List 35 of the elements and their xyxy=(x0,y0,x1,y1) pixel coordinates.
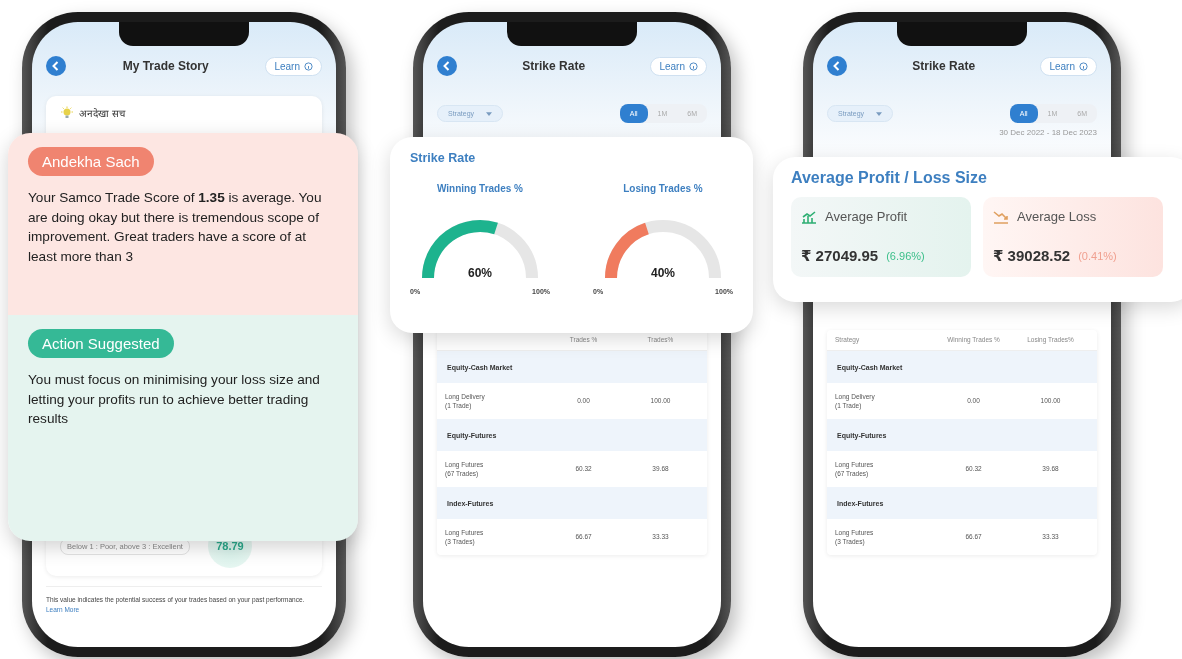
problem-text: Your Samco Trade Score of 1.35 is average. You are doing okay but there is tremendous scope of improvement. Great traders have a score of at least more than 3 xyxy=(28,189,323,267)
caret-icon xyxy=(876,111,883,116)
action-badge: Action Suggested xyxy=(28,329,174,358)
stat-change: (6.96%) xyxy=(886,250,925,262)
stat-value: ₹ 27049.95 xyxy=(801,247,879,265)
stat-label: Average Loss xyxy=(1017,209,1097,224)
bar-chart-icon xyxy=(801,209,817,224)
caret-icon xyxy=(486,111,493,116)
learn-button[interactable]: Learn xyxy=(650,56,707,76)
gauge-label: Winning Trades % xyxy=(437,183,523,194)
card-title: Strike Rate xyxy=(410,151,477,165)
info-icon xyxy=(1079,61,1088,71)
learn-button[interactable]: Learn xyxy=(265,56,322,76)
gauge-reading: 60% xyxy=(467,266,493,280)
stat-label: Average Profit xyxy=(825,209,908,224)
date-range: 30 Dec 2022 - 18 Dec 2023 xyxy=(998,128,1097,137)
insight-label: अनदेखा सच xyxy=(79,107,125,120)
chart-down-icon xyxy=(993,209,1009,224)
screen-title: Strike Rate xyxy=(521,59,587,73)
back-icon[interactable] xyxy=(46,56,66,76)
screen-title: My Trade Story xyxy=(121,59,210,73)
action-text: You must focus on minimising your loss size and letting your profits run to achieve better trading results xyxy=(28,371,321,429)
learn-button[interactable]: Learn xyxy=(1040,56,1097,76)
screen-title: Strike Rate xyxy=(911,59,977,73)
info-icon xyxy=(689,61,698,71)
problem-badge: Andekha Sach xyxy=(28,147,154,176)
gauge-label: Losing Trades % xyxy=(623,183,703,194)
stat-value: ₹ 39028.52 xyxy=(993,247,1071,265)
card-title: Average Profit / Loss Size xyxy=(791,169,988,187)
info-icon xyxy=(304,61,313,71)
bulb-icon xyxy=(60,106,74,120)
back-icon[interactable] xyxy=(827,56,847,76)
stat-change: (0.41%) xyxy=(1078,250,1117,262)
gauge-reading: 40% xyxy=(650,266,676,280)
back-icon[interactable] xyxy=(437,56,457,76)
